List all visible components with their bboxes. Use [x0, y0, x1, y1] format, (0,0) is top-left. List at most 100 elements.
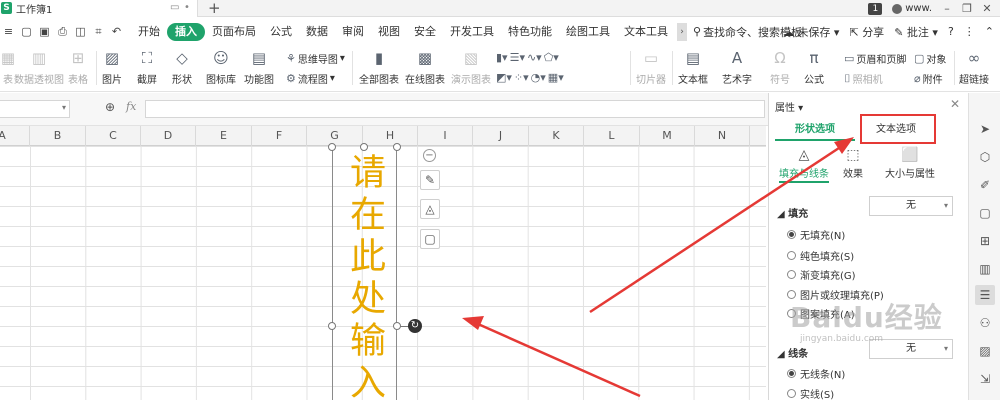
export-icon[interactable]: ⇲	[975, 369, 995, 389]
restore-icon[interactable]: ❐	[962, 2, 972, 15]
mindmap-button[interactable]: ⚘ 思维导图 ▾	[286, 51, 345, 66]
new-tab-icon[interactable]: +	[208, 0, 221, 17]
open-icon[interactable]: ▢	[20, 25, 33, 38]
subtab-size-properties[interactable]: ⬜ 大小与属性	[885, 147, 935, 180]
format-painter-icon[interactable]: ⌗	[92, 25, 105, 39]
shapes-icon[interactable]: ⬡	[975, 147, 995, 167]
icon-library-button[interactable]: ☺ 图标库	[206, 48, 236, 86]
textbox-button[interactable]: ▤ 文本框	[678, 48, 708, 86]
demo-chart-button[interactable]: ▧ 演示图表	[451, 48, 491, 86]
tab-drawing-tools[interactable]: 绘图工具	[559, 23, 617, 41]
cursor-icon[interactable]: ➤	[975, 119, 995, 139]
resize-handle-left[interactable]	[328, 322, 336, 330]
slicer-button[interactable]: ▭ 切片器	[636, 48, 666, 86]
column-header[interactable]: L	[584, 126, 640, 146]
fx-icon[interactable]: fx	[126, 100, 136, 113]
comment-button[interactable]: ✎ 批注 ▾	[894, 24, 938, 40]
help-button[interactable]: ?	[948, 25, 954, 38]
subtab-effects[interactable]: ⬚ 效果	[843, 147, 863, 180]
column-header[interactable]: I	[418, 126, 473, 146]
column-header[interactable]: M	[640, 126, 695, 146]
radio-gradient-fill[interactable]: 渐变填充(G)	[787, 267, 856, 282]
table-style-icon[interactable]: ▢	[975, 203, 995, 223]
radio-solid-line[interactable]: 实线(S)	[787, 386, 834, 400]
close-icon[interactable]: ✕	[950, 97, 960, 111]
pen-icon[interactable]: ✎	[420, 170, 440, 190]
document-tab[interactable]: S 工作簿1 ▭ •	[0, 0, 198, 17]
resize-handle-top-right[interactable]	[393, 143, 401, 151]
textbox-text[interactable]: 请在此处输入文字	[333, 147, 396, 400]
fill-bucket-icon[interactable]: ◬	[420, 199, 440, 219]
radio-circle[interactable]	[787, 389, 796, 398]
hyperlink-button[interactable]: ∞ 超链接	[959, 48, 989, 86]
undo-icon[interactable]: ↶	[110, 25, 123, 38]
flowchart-button[interactable]: ⚙ 流程图 ▾	[286, 71, 335, 86]
camera-button[interactable]: ⌷ 照相机	[844, 71, 883, 87]
chart-icon[interactable]: ▥	[975, 259, 995, 279]
subtab-fill-line[interactable]: ◬ 填充与线条	[779, 147, 829, 183]
formula-input[interactable]	[145, 100, 765, 118]
column-header[interactable]: G	[307, 126, 363, 146]
resize-handle-top[interactable]	[360, 143, 368, 151]
online-chart-button[interactable]: ▩ 在线图表	[405, 48, 445, 86]
tab-formulas[interactable]: 公式	[263, 23, 299, 41]
pivot-chart-button[interactable]: ▥ 数据透视图	[14, 48, 64, 86]
print-icon[interactable]: ⎙	[56, 25, 69, 39]
column-header[interactable]: J	[473, 126, 529, 146]
collapse-toolbar-icon[interactable]: −	[423, 149, 436, 162]
screenshot-button[interactable]: ⛶ 截屏	[137, 48, 157, 86]
radio-circle[interactable]	[787, 251, 796, 260]
style-icon[interactable]: ✐	[975, 175, 995, 195]
tab-special[interactable]: 特色功能	[501, 23, 559, 41]
line-section-header[interactable]: ◢ 线条	[777, 345, 808, 360]
chevron-right-icon[interactable]: ›	[677, 22, 687, 41]
function-chart-button[interactable]: ▤ 功能图	[244, 48, 274, 86]
resize-handle-top-left[interactable]	[328, 143, 336, 151]
settings-sliders-icon[interactable]: ☰	[975, 285, 995, 305]
tab-pin-icon[interactable]: ▭	[170, 2, 179, 13]
vertical-textbox[interactable]: 请在此处输入文字	[332, 147, 397, 400]
tab-view[interactable]: 视图	[371, 23, 407, 41]
table-button[interactable]: ⊞ 表格	[68, 48, 88, 86]
border-icon[interactable]: ▢	[420, 229, 440, 249]
radio-circle[interactable]	[787, 230, 796, 239]
column-header[interactable]: N	[695, 126, 750, 146]
chart-types-row-1[interactable]: ▮▾ ☰▾ ∿▾ ⬠▾	[496, 51, 559, 64]
picture-button[interactable]: ▨ 图片	[102, 48, 122, 86]
tab-data[interactable]: 数据	[299, 23, 335, 41]
fill-select[interactable]: 无 ▾	[869, 196, 953, 216]
save-icon[interactable]: ▣	[38, 25, 51, 38]
panel-title[interactable]: 属性 ▾	[775, 99, 803, 114]
column-header[interactable]: H	[363, 126, 418, 146]
tab-developer[interactable]: 开发工具	[443, 23, 501, 41]
column-header[interactable]: A	[0, 126, 30, 146]
shape-button[interactable]: ◇ 形状	[172, 48, 192, 86]
radio-circle[interactable]	[787, 270, 796, 279]
name-box[interactable]: ▾	[0, 100, 70, 118]
tab-text-tools[interactable]: 文本工具	[617, 23, 675, 41]
fill-section-header[interactable]: ◢ 填充	[777, 205, 808, 220]
minimize-icon[interactable]: –	[942, 2, 952, 15]
header-footer-button[interactable]: ▭ 页眉和页脚	[844, 51, 906, 66]
radio-no-fill[interactable]: 无填充(N)	[787, 227, 845, 242]
column-header[interactable]: E	[196, 126, 252, 146]
chevron-down-icon[interactable]: ▾	[62, 103, 66, 112]
more-options-icon[interactable]: ⋮	[964, 25, 975, 38]
tab-home[interactable]: 开始	[131, 23, 167, 41]
grid-icon[interactable]: ⊞	[975, 231, 995, 251]
share-button[interactable]: ⇱ 分享	[849, 24, 884, 40]
column-header[interactable]: F	[252, 126, 307, 146]
rotate-icon[interactable]: ↻	[408, 319, 422, 333]
user-account[interactable]: www.	[892, 3, 932, 14]
attachment-button[interactable]: ⌀ 附件	[914, 71, 943, 86]
column-header[interactable]: D	[141, 126, 196, 146]
formula-button[interactable]: π 公式	[804, 48, 824, 86]
menu-icon[interactable]: ≡	[2, 25, 15, 38]
column-header[interactable]: K	[529, 126, 584, 146]
unsaved-button[interactable]: ☁ 未保存 ▾	[783, 24, 840, 40]
art-text-button[interactable]: A 艺术字	[722, 48, 752, 86]
print-preview-icon[interactable]: ◫	[74, 25, 87, 38]
symbol-button[interactable]: Ω 符号	[770, 48, 790, 86]
close-icon[interactable]: ✕	[982, 2, 992, 15]
zoom-icon[interactable]: ⊕	[105, 100, 115, 114]
